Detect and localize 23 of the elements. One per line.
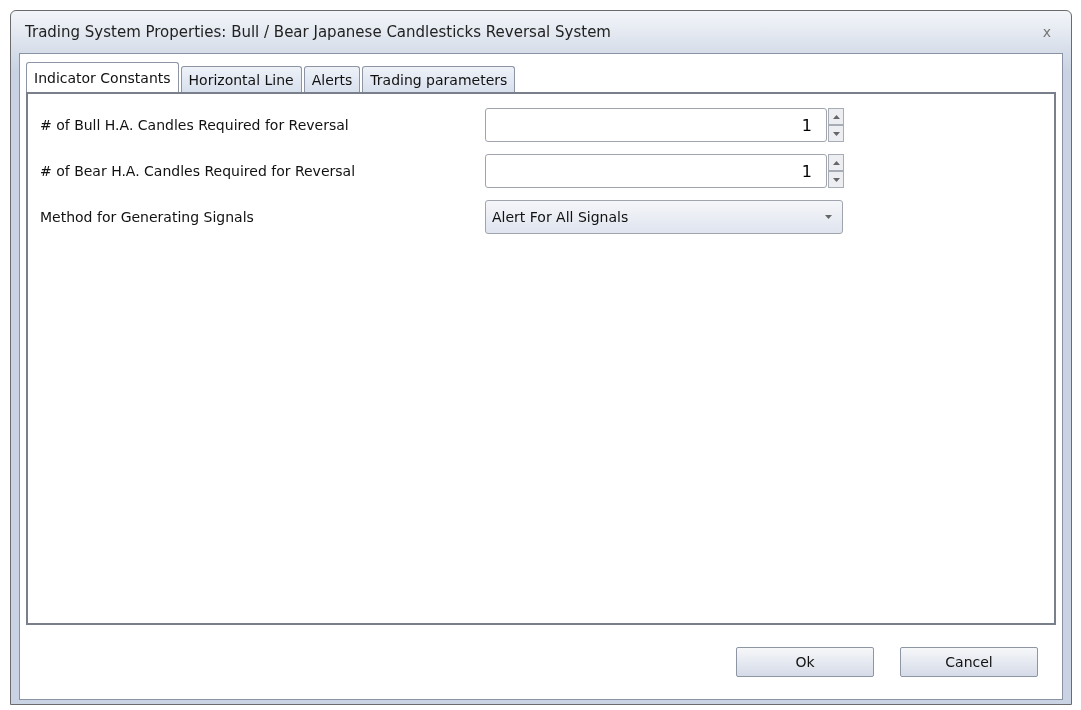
caret-icon: [825, 215, 832, 219]
tab[interactable]: Trading parameters: [362, 66, 516, 92]
field-label: Method for Generating Signals: [40, 209, 255, 225]
dropdown[interactable]: Alert For All Signals: [485, 200, 843, 234]
spin-down-button[interactable]: [828, 125, 844, 142]
field-label: # of Bear H.A. Candles Required for Reversal: [40, 163, 357, 179]
down-arrow-icon: [832, 131, 840, 136]
number-field[interactable]: 1: [485, 108, 827, 142]
spin-down-button[interactable]: [828, 171, 844, 188]
ok-button[interactable]: Ok: [736, 647, 874, 677]
spin-up-button[interactable]: [828, 108, 844, 125]
up-arrow-icon: [832, 160, 840, 165]
close-button[interactable]: x: [1034, 24, 1059, 40]
tab[interactable]: Alerts: [303, 66, 361, 92]
tab[interactable]: Indicator Constants: [26, 62, 179, 92]
window-title: Trading System Properties: Bull / Bear Japanese Candlesticks Reversal System: [25, 23, 611, 41]
down-arrow-icon: [832, 177, 840, 182]
tab[interactable]: Horizontal Line: [180, 66, 302, 92]
number-field[interactable]: 1: [485, 154, 827, 188]
field-label: # of Bull H.A. Candles Required for Reversal: [40, 117, 350, 133]
cancel-button[interactable]: Cancel: [900, 647, 1038, 677]
up-arrow-icon: [832, 114, 840, 119]
spin-up-button[interactable]: [828, 154, 844, 171]
